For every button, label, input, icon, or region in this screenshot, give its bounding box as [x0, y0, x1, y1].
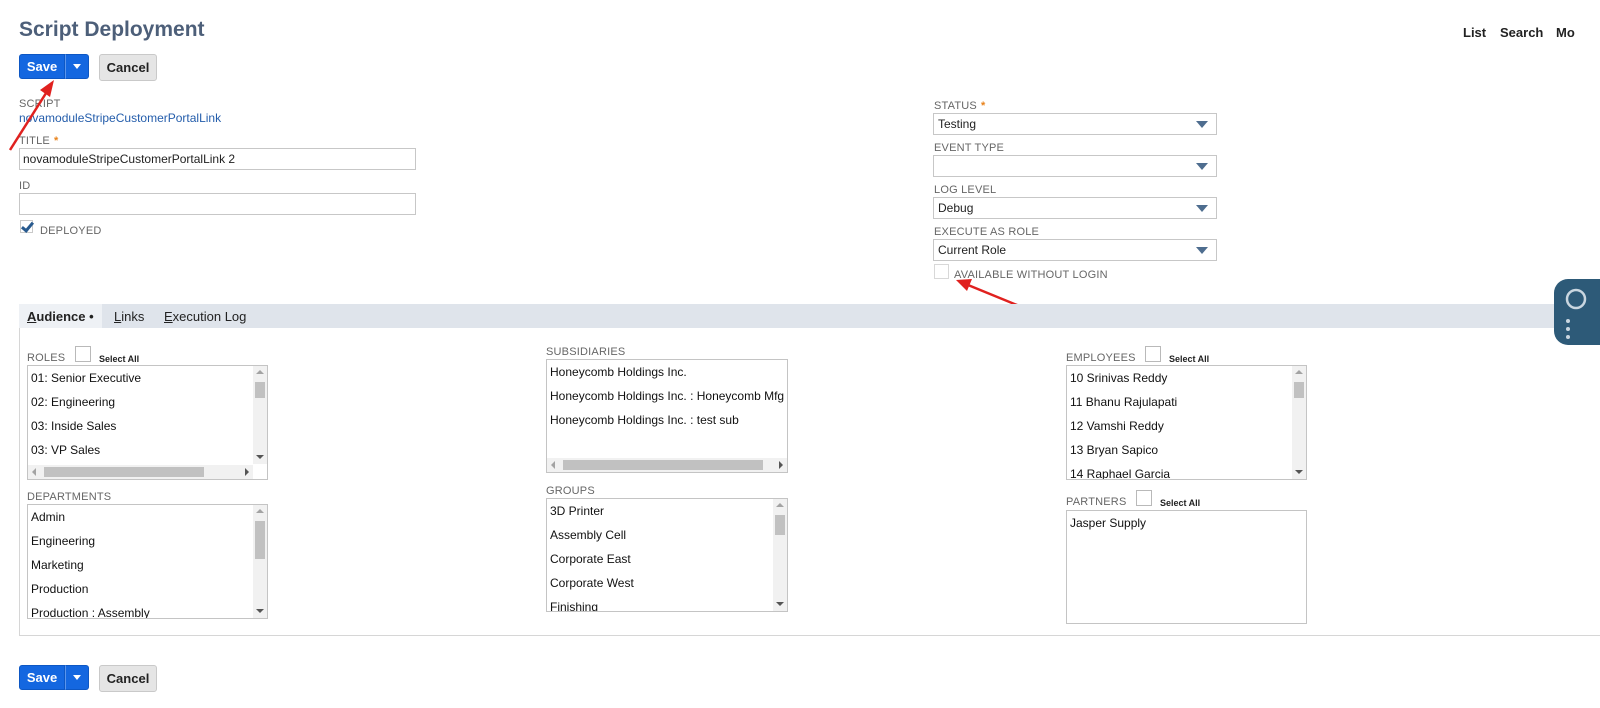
nav-more-link[interactable]: Mo — [1556, 25, 1575, 40]
cancel-button[interactable]: Cancel — [99, 665, 157, 692]
list-item[interactable]: Admin — [28, 505, 267, 529]
subtab-bar — [19, 304, 1600, 328]
event-type-select[interactable] — [933, 155, 1217, 177]
chevron-down-icon — [1196, 204, 1208, 212]
chevron-down-icon — [73, 64, 81, 69]
employees-select-all-checkbox[interactable] — [1145, 346, 1161, 362]
cancel-button[interactable]: Cancel — [99, 54, 157, 81]
partners-select-all-label: Select All — [1160, 498, 1201, 508]
required-marker: * — [980, 100, 986, 112]
roles-list[interactable]: 01: Senior Executive 02: Engineering 03:… — [27, 365, 268, 480]
status-label: STATUS * — [934, 100, 986, 112]
list-item[interactable]: Jasper Supply — [1067, 511, 1306, 535]
log-level-label: LOG LEVEL — [934, 184, 997, 196]
execute-as-role-value: Current Role — [938, 243, 1007, 257]
chevron-down-icon — [73, 675, 81, 680]
tab-execution-log[interactable]: Execution Log — [164, 304, 246, 328]
id-label: ID — [19, 180, 31, 192]
chevron-down-icon — [1196, 162, 1208, 170]
nav-list-link[interactable]: List — [1463, 25, 1486, 40]
list-item[interactable]: 14 Raphael Garcia — [1067, 462, 1306, 479]
help-widget[interactable] — [1554, 279, 1600, 345]
roles-select-all-label: Select All — [99, 354, 140, 364]
horizontal-scrollbar[interactable] — [547, 458, 787, 472]
list-item[interactable]: Engineering — [28, 529, 267, 553]
tab-audience[interactable]: Audience • — [19, 304, 102, 328]
groups-list[interactable]: 3D Printer Assembly Cell Corporate East … — [546, 498, 788, 612]
departments-list[interactable]: Admin Engineering Marketing Production P… — [27, 504, 268, 619]
list-item[interactable]: Marketing — [28, 553, 267, 577]
page-title: Script Deployment — [19, 18, 205, 41]
horizontal-scrollbar[interactable] — [28, 465, 253, 479]
status-value: Testing — [938, 117, 977, 131]
employees-list[interactable]: 10 Srinivas Reddy 11 Bhanu Rajulapati 12… — [1066, 365, 1307, 480]
partners-list[interactable]: Jasper Supply — [1066, 510, 1307, 624]
log-level-select[interactable]: Debug — [933, 197, 1217, 219]
list-item[interactable]: 3D Printer — [547, 499, 787, 523]
chevron-down-icon — [1196, 246, 1208, 254]
status-select[interactable]: Testing — [933, 113, 1217, 135]
deployed-checkbox[interactable] — [20, 220, 33, 233]
chat-icon — [1565, 288, 1587, 339]
list-item[interactable]: Assembly Cell — [547, 523, 787, 547]
vertical-scrollbar[interactable] — [1292, 366, 1306, 479]
execute-as-role-select[interactable]: Current Role — [933, 239, 1217, 261]
log-level-value: Debug — [938, 201, 974, 215]
execute-as-role-label: EXECUTE AS ROLE — [934, 226, 1040, 238]
title-field[interactable] — [19, 148, 416, 170]
list-item[interactable]: 01: Senior Executive — [28, 366, 267, 390]
list-item[interactable]: 10 Srinivas Reddy — [1067, 366, 1306, 390]
departments-label: DEPARTMENTS — [27, 491, 112, 503]
list-item[interactable]: Production : Assembly — [28, 601, 267, 618]
vertical-scrollbar[interactable] — [253, 505, 267, 618]
list-item[interactable]: 11 Bhanu Rajulapati — [1067, 390, 1306, 414]
annotation-arrow-icon — [8, 80, 54, 151]
employees-select-all-label: Select All — [1169, 354, 1210, 364]
id-field[interactable] — [19, 193, 416, 215]
tab-links[interactable]: Links — [114, 304, 144, 328]
save-options-dropdown[interactable] — [65, 665, 89, 690]
list-item[interactable]: 03: Inside Sales — [28, 414, 267, 438]
roles-label: ROLES — [27, 352, 66, 364]
vertical-scrollbar[interactable] — [253, 366, 267, 464]
list-item[interactable]: Finishing — [547, 595, 787, 611]
list-item[interactable]: 02: Engineering — [28, 390, 267, 414]
roles-select-all-checkbox[interactable] — [75, 346, 91, 362]
list-item[interactable]: 13 Bryan Sapico — [1067, 438, 1306, 462]
partners-select-all-checkbox[interactable] — [1136, 490, 1152, 506]
subsidiaries-list[interactable]: Honeycomb Holdings Inc. Honeycomb Holdin… — [546, 359, 788, 473]
event-type-label: EVENT TYPE — [934, 142, 1005, 154]
nav-search-link[interactable]: Search — [1500, 25, 1543, 40]
list-item[interactable]: Production — [28, 577, 267, 601]
deployed-label: DEPLOYED — [40, 225, 102, 237]
employees-label: EMPLOYEES — [1066, 352, 1136, 364]
vertical-scrollbar[interactable] — [773, 499, 787, 611]
list-item[interactable]: 03: VP Sales — [28, 438, 267, 462]
chevron-down-icon — [1196, 120, 1208, 128]
groups-label: GROUPS — [546, 485, 595, 497]
list-item[interactable]: 12 Vamshi Reddy — [1067, 414, 1306, 438]
bottom-save-button-group: Save — [19, 665, 89, 690]
subsidiaries-label: SUBSIDIARIES — [546, 346, 626, 358]
list-item[interactable]: Honeycomb Holdings Inc. : Honeycomb Mfg — [547, 384, 787, 408]
list-item[interactable]: Corporate West — [547, 571, 787, 595]
partners-label: PARTNERS — [1066, 496, 1127, 508]
list-item[interactable]: Honeycomb Holdings Inc. : test sub — [547, 408, 787, 432]
save-button[interactable]: Save — [19, 665, 65, 690]
list-item[interactable]: Honeycomb Holdings Inc. — [547, 360, 787, 384]
list-item[interactable]: Corporate East — [547, 547, 787, 571]
available-without-login-checkbox[interactable] — [934, 264, 949, 279]
